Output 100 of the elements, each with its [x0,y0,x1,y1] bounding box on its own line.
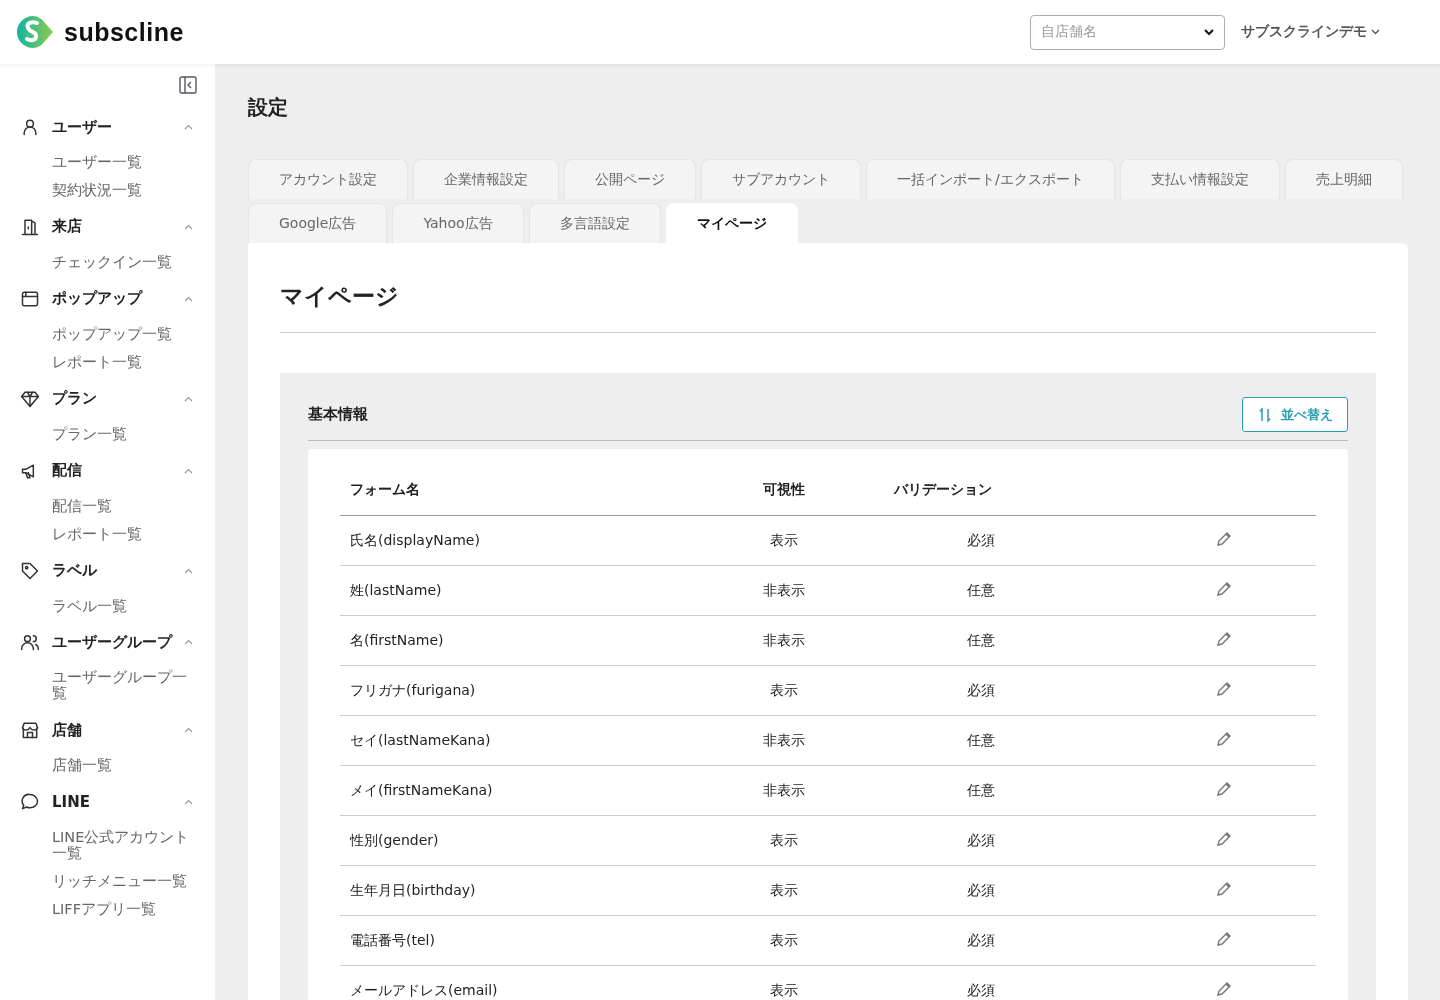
caret-icon [184,639,193,646]
caret-icon [184,223,193,230]
tab[interactable]: アカウント設定 [248,159,408,199]
logo-icon [16,15,54,49]
sidebar-item[interactable]: レポート一覧 [0,523,215,546]
table-cell: 表示 [730,665,838,716]
tag-icon [20,560,40,581]
tab[interactable]: 公開ページ [564,159,696,199]
card-title: マイページ [280,282,400,311]
sidebar-item[interactable]: 契約状況一覧 [0,179,215,202]
sidebar-group[interactable]: ユーザー [0,108,215,146]
pencil-icon[interactable] [1216,631,1232,647]
sidebar-item[interactable]: ポップアップ一覧 [0,323,215,346]
pencil-icon[interactable] [1216,731,1232,747]
table-cell: 必須 [837,815,1124,866]
table-cell: 姓(lastName) [340,565,731,616]
pencil-icon[interactable] [1216,531,1232,547]
section-title: 基本情報 [308,405,368,424]
table-cell: 表示 [730,515,838,566]
table-cell: メイ(firstNameKana) [340,765,731,816]
table-cell: 必須 [837,665,1124,716]
table-cell: 非表示 [730,615,838,666]
column-header: 可視性 [730,465,838,516]
caret-icon [184,727,193,734]
pencil-icon[interactable] [1216,931,1232,947]
table-cell: 必須 [837,915,1124,966]
pencil-icon[interactable] [1216,981,1232,997]
sort-button[interactable]: 並べ替え [1242,397,1348,432]
table-cell: 必須 [837,515,1124,566]
caret-icon [184,395,193,402]
table-cell: 氏名(displayName) [340,515,731,566]
pencil-icon[interactable] [1216,781,1232,797]
table-cell: 非表示 [730,715,838,766]
tab[interactable]: Google広告 [248,203,388,243]
sidebar-group[interactable]: ユーザーグループ [0,623,215,662]
pencil-icon[interactable] [1216,681,1232,697]
caret-icon [184,799,193,806]
sidebar-item[interactable]: リッチメニュー一覧 [0,871,215,894]
collapse-sidebar-icon[interactable] [179,76,197,94]
chevron-down-icon [1371,29,1380,35]
sidebar-group[interactable]: プラン [0,379,215,418]
sidebar-item[interactable]: 配信一覧 [0,495,215,518]
page-title: 設定 [248,94,289,121]
caret-icon [184,124,193,130]
sidebar-item[interactable]: プラン一覧 [0,423,215,446]
table-cell: 必須 [837,965,1124,1000]
table-cell: フリガナ(furigana) [340,665,731,716]
tab[interactable]: サブアカウント [701,159,861,199]
sidebar-item[interactable]: ラベル一覧 [0,595,215,618]
sidebar-group[interactable]: ポップアップ [0,279,215,318]
table-cell: 任意 [837,765,1124,816]
table-cell: 任意 [837,615,1124,666]
users-icon [20,632,40,653]
table-cell: 任意 [837,565,1124,616]
sidebar-item[interactable]: チェックイン一覧 [0,251,215,274]
table-cell: 表示 [730,965,838,1000]
table-cell: 名(firstName) [340,615,731,666]
table-cell: セイ(lastNameKana) [340,715,731,766]
chevron-down-icon [1204,28,1214,36]
sidebar-group[interactable]: 配信 [0,451,215,490]
pencil-icon[interactable] [1216,881,1232,897]
table-cell: 任意 [837,715,1124,766]
account-menu[interactable]: サブスクラインデモ [1241,23,1380,41]
caret-icon [184,467,193,474]
sidebar-group[interactable]: LINE [0,783,215,822]
sidebar-item[interactable]: 店舗一覧 [0,755,215,778]
column-header: フォーム名 [340,465,731,516]
sidebar-item[interactable]: ユーザー一覧 [0,152,215,174]
table-cell: 非表示 [730,765,838,816]
table-cell: 生年月日(birthday) [340,865,731,916]
tab[interactable]: 企業情報設定 [413,159,559,199]
sidebar-group[interactable]: ラベル [0,551,215,590]
sort-arrows-icon [1259,407,1271,422]
table-cell: 電話番号(tel) [340,915,731,966]
tab[interactable]: 多言語設定 [528,203,661,243]
table-cell: 必須 [837,865,1124,916]
sidebar-item[interactable]: レポート一覧 [0,351,215,374]
table-cell: 非表示 [730,565,838,616]
pencil-icon[interactable] [1216,581,1232,597]
logo-text: subscline [64,17,184,47]
tab[interactable]: マイページ [665,203,798,243]
sidebar-item[interactable]: LIFFアプリ一覧 [0,899,215,921]
pencil-icon[interactable] [1216,831,1232,847]
storefront-icon [20,720,40,741]
caret-icon [184,567,193,574]
sidebar-item[interactable]: ユーザーグループ一覧 [0,667,215,706]
table-cell: 表示 [730,915,838,966]
sidebar-item[interactable]: LINE公式アカウント一覧 [0,827,215,866]
table-cell: 表示 [730,865,838,916]
person-icon [20,117,40,137]
table-cell: 性別(gender) [340,815,731,866]
tab[interactable]: Yahoo広告 [392,203,524,243]
sidebar-group[interactable]: 来店 [0,207,215,246]
tab[interactable]: 支払い情報設定 [1119,159,1280,199]
tab[interactable]: 一括インポート/エクスポート [866,159,1115,199]
sidebar-group[interactable]: 店舗 [0,711,215,750]
tab[interactable]: 売上明細 [1284,159,1403,199]
table-cell: 表示 [730,815,838,866]
caret-icon [184,295,193,302]
table-cell: メールアドレス(email) [340,965,731,1000]
